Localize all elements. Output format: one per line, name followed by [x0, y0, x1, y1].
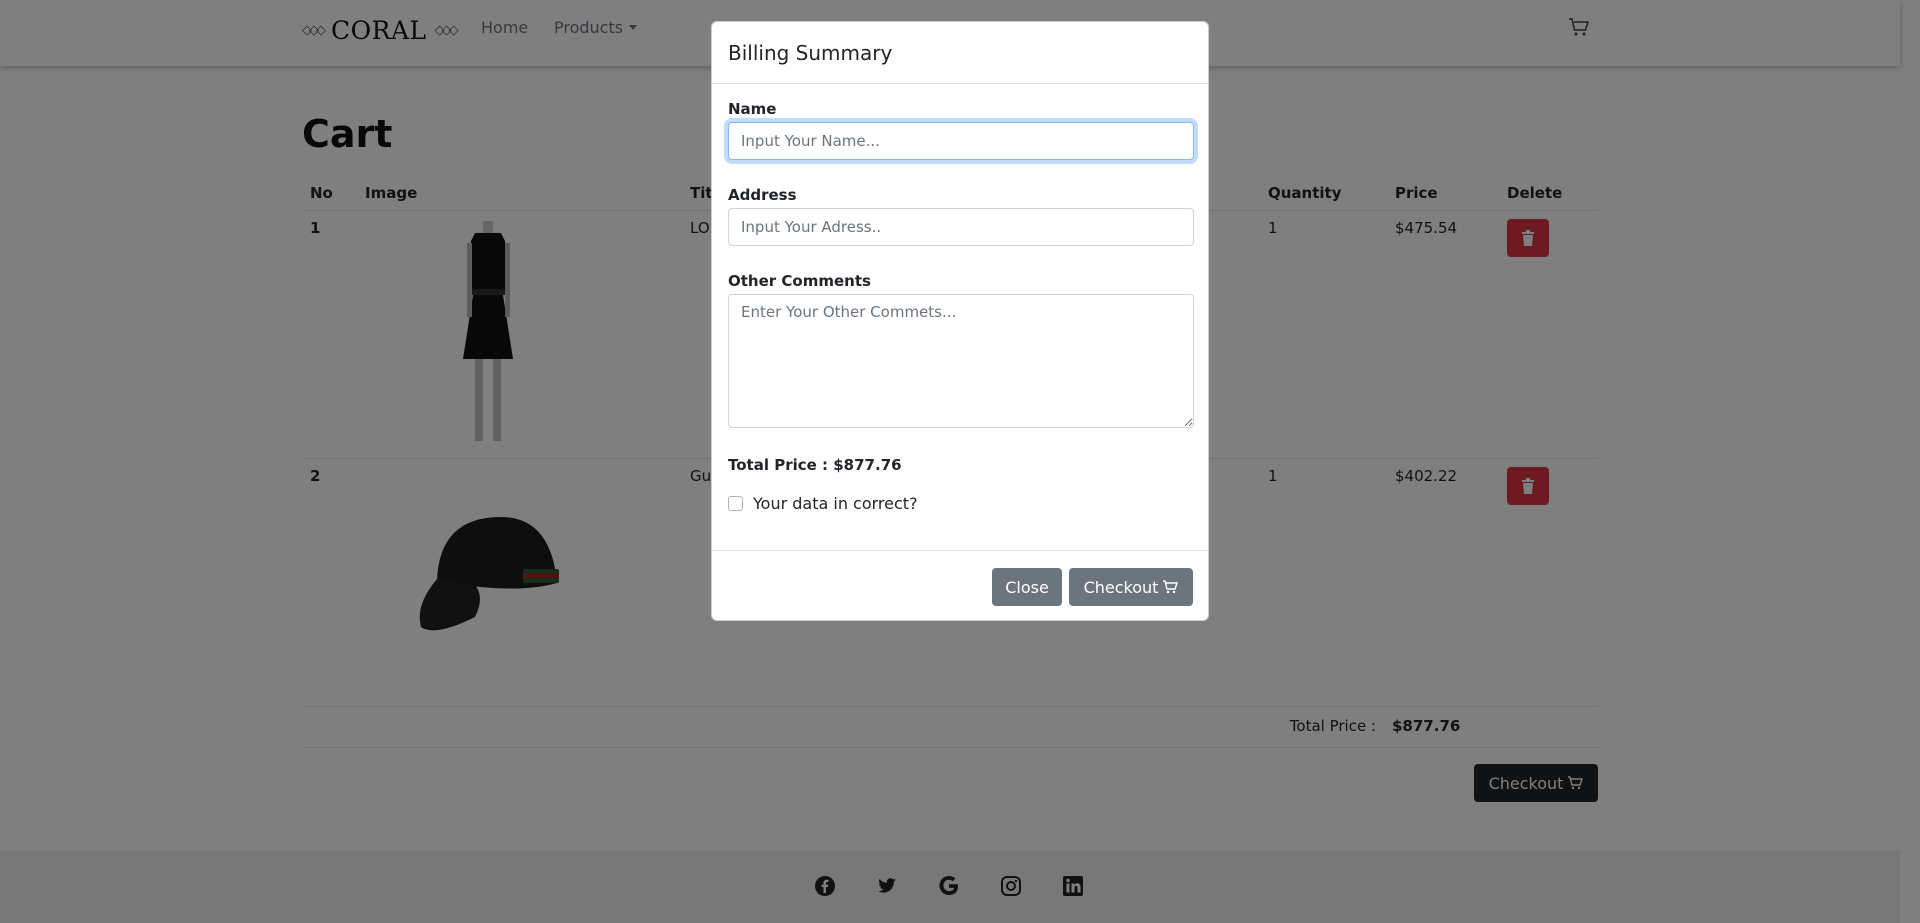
modal-title: Billing Summary — [728, 40, 893, 65]
modal-header: Billing Summary — [712, 22, 1208, 84]
modal-footer: Close Checkout — [712, 550, 1208, 621]
modal-checkout-button[interactable]: Checkout — [1069, 568, 1193, 606]
billing-summary-modal: Billing Summary Name Address Other Comme… — [711, 21, 1209, 621]
cart-icon — [1163, 580, 1179, 594]
name-input[interactable] — [728, 122, 1194, 160]
confirm-row: Your data in correct? — [728, 494, 918, 513]
confirm-checkbox[interactable] — [728, 496, 743, 511]
modal-total-price: Total Price : $877.76 — [728, 456, 902, 474]
confirm-label[interactable]: Your data in correct? — [753, 494, 918, 513]
modal-checkout-label: Checkout — [1083, 577, 1159, 597]
name-label: Name — [728, 100, 777, 118]
modal-body: Name Address Other Comments Total Price … — [712, 84, 1208, 550]
close-button-label: Close — [1005, 577, 1049, 597]
close-button[interactable]: Close — [992, 568, 1062, 606]
address-label: Address — [728, 186, 797, 204]
comments-label: Other Comments — [728, 272, 871, 290]
comments-textarea[interactable] — [728, 294, 1194, 428]
address-input[interactable] — [728, 208, 1194, 246]
